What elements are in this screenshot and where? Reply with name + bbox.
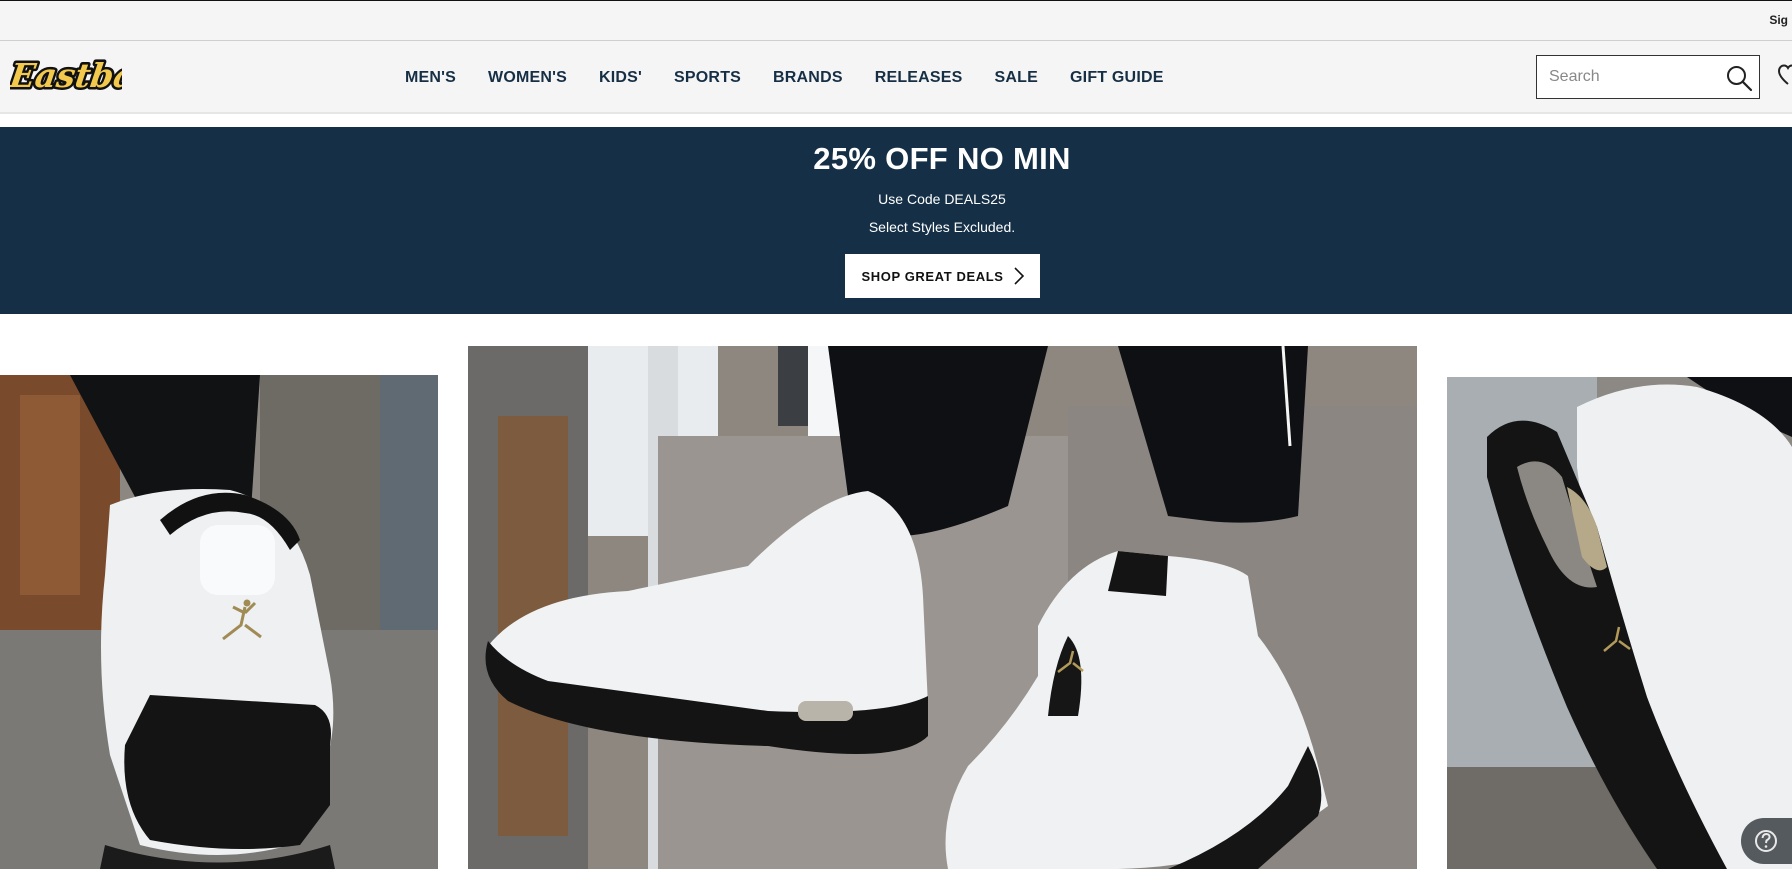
promo-code-text: Use Code DEALS25 <box>878 191 1006 207</box>
carousel-slide-center[interactable] <box>468 346 1417 869</box>
svg-text:Eastbay: Eastbay <box>10 56 122 95</box>
eastbay-logo[interactable]: Eastbay Eastbay <box>4 49 162 99</box>
wishlist-heart-icon[interactable] <box>1777 63 1792 87</box>
promo-exclusion-text: Select Styles Excluded. <box>868 219 1016 235</box>
help-button[interactable] <box>1741 818 1792 864</box>
utility-bar: Sig <box>0 0 1792 41</box>
nav-womens[interactable]: WOMEN'S <box>472 69 583 87</box>
nav-brands[interactable]: BRANDS <box>757 69 859 87</box>
nav-releases[interactable]: RELEASES <box>859 69 979 87</box>
main-nav: MEN'S WOMEN'S KIDS' SPORTS BRANDS RELEAS… <box>405 41 1180 114</box>
chevron-right-icon <box>1013 267 1024 285</box>
carousel-slide-left[interactable] <box>0 375 438 869</box>
search-box <box>1536 55 1760 99</box>
site-header: Eastbay Eastbay MEN'S WOMEN'S KIDS' SPOR… <box>0 41 1792 114</box>
promo-title: 25% OFF NO MIN <box>813 141 1071 176</box>
nav-kids[interactable]: KIDS' <box>583 69 658 87</box>
promo-banner: 25% OFF NO MIN Use Code DEALS25 Select S… <box>0 127 1792 314</box>
search-icon[interactable] <box>1725 64 1753 92</box>
question-mark-icon <box>1755 830 1777 852</box>
search-input[interactable] <box>1537 56 1717 98</box>
nav-mens[interactable]: MEN'S <box>405 69 472 87</box>
shop-great-deals-button[interactable]: SHOP GREAT DEALS <box>845 254 1040 298</box>
sign-in-link[interactable]: Sig <box>1769 13 1788 27</box>
nav-gift-guide[interactable]: GIFT GUIDE <box>1054 69 1180 87</box>
nav-sports[interactable]: SPORTS <box>658 69 757 87</box>
carousel-slide-right[interactable] <box>1447 377 1792 869</box>
shop-great-deals-label: SHOP GREAT DEALS <box>861 268 1004 284</box>
nav-sale[interactable]: SALE <box>979 69 1054 87</box>
